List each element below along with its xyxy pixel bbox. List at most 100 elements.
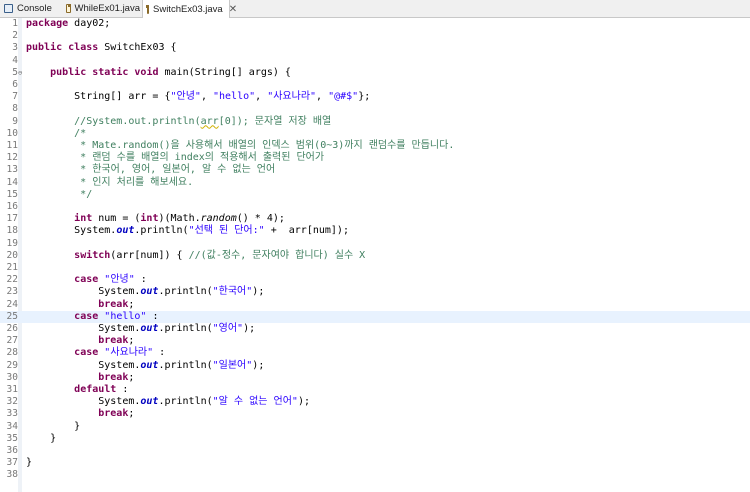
code-editor[interactable]: 1 package day02; 2 3 public class SwitchEx03… (0, 18, 750, 492)
code-text: String[] arr = {"안녕", "hello", "사요나라", "… (26, 91, 371, 103)
code-line[interactable]: 38 (0, 469, 750, 481)
code-line[interactable]: 22 case "안녕" : (0, 274, 750, 286)
code-text: case "hello" : (74, 310, 159, 322)
line-number: 5 (12, 66, 18, 78)
fold-toggle-icon[interactable]: ⊖ (18, 67, 22, 79)
code-line[interactable]: 9 //System.out.println(arr[0]); 문자열 저장 배… (0, 116, 750, 128)
line-number: 25 (6, 310, 18, 322)
code-text: System.out.println("한국어"); (26, 286, 265, 298)
code-line[interactable]: 28 case "사요나라" : (0, 347, 750, 359)
code-text: } (26, 420, 81, 432)
code-line[interactable]: 24 break; (0, 299, 750, 311)
code-line[interactable]: 23 System.out.println("한국어"); (0, 286, 750, 298)
line-number: 13 (6, 164, 18, 176)
code-text: */ (26, 188, 93, 200)
code-line[interactable]: 1 package day02; (0, 18, 750, 30)
code-line[interactable]: 4 (0, 55, 750, 67)
line-number: 36 (6, 445, 18, 456)
tab-whileex01[interactable]: WhileEx01.java (62, 0, 140, 17)
line-number: 18 (6, 225, 18, 237)
code-line[interactable]: 31 default : (0, 384, 750, 396)
tab-switchex03[interactable]: SwitchEx03.java ✕ (142, 0, 237, 18)
code-text: break; (98, 371, 135, 383)
line-number: 19 (6, 237, 18, 249)
code-line[interactable]: 14 * 인지 처리를 해보세요. (0, 177, 750, 189)
line-number: 33 (6, 408, 18, 420)
code-line[interactable]: 34 } (0, 421, 750, 433)
code-line[interactable]: 2 (0, 30, 750, 42)
line-number: 20 (6, 249, 18, 261)
code-text: System.out.println("선택 된 단어:" + arr[num]… (26, 225, 349, 237)
code-line[interactable]: 29 System.out.println("일본어"); (0, 360, 750, 372)
code-text: package day02; (26, 18, 111, 29)
line-number: 38 (6, 469, 18, 481)
line-number: 2 (12, 30, 18, 42)
code-line[interactable]: 21 (0, 262, 750, 274)
code-line[interactable]: 17 int num = (int)(Math.random() * 4); (0, 213, 750, 225)
code-line[interactable]: 19 (0, 238, 750, 250)
line-number: 35 (6, 432, 18, 444)
code-text: switch(arr[num]) { //(값-정수, 문자여야 합니다) 실수… (74, 249, 366, 261)
code-text: System.out.println("일본어"); (26, 359, 265, 371)
code-line[interactable]: 11 * Mate.random()을 사용해서 배열의 인덱스 범위(0~3)… (0, 140, 750, 152)
line-number: 23 (6, 286, 18, 298)
line-number: 4 (12, 54, 18, 66)
tab-label: Console (17, 3, 52, 14)
line-number: 31 (6, 384, 18, 395)
code-text: //System.out.println(arr[0]); 문자열 저장 배열 (26, 115, 332, 127)
code-line[interactable]: 26 System.out.println("영어"); (0, 323, 750, 335)
code-text: /* (26, 127, 87, 139)
line-number: 10 (6, 127, 18, 139)
line-number: 3 (12, 42, 18, 54)
code-line[interactable]: 15 */ (0, 189, 750, 201)
line-number: 21 (6, 262, 18, 273)
tab-console[interactable]: Console (0, 0, 58, 17)
code-line[interactable]: 6 (0, 79, 750, 91)
code-line[interactable]: 18 System.out.println("선택 된 단어:" + arr[n… (0, 225, 750, 237)
code-line[interactable]: 32 System.out.println("알 수 없는 언어"); (0, 396, 750, 408)
code-line[interactable]: 30 break; (0, 372, 750, 384)
line-number: 7 (12, 91, 18, 103)
code-text: * Mate.random()을 사용해서 배열의 인덱스 범위(0~3)까지 … (26, 140, 455, 151)
close-icon[interactable]: ✕ (229, 4, 237, 15)
code-line[interactable]: 10 /* (0, 128, 750, 140)
line-number: 34 (6, 420, 18, 432)
editor-tab-bar: Console WhileEx01.java SwitchEx03.java ✕ (0, 0, 750, 18)
code-line[interactable]: 5 ⊖ public static void main(String[] args… (0, 67, 750, 79)
code-line[interactable]: 16 (0, 201, 750, 213)
line-number: 30 (6, 371, 18, 383)
code-line[interactable]: 36 (0, 445, 750, 457)
code-text: case "안녕" : (74, 274, 147, 286)
code-line[interactable]: 25 case "hello" : (0, 310, 750, 323)
code-line[interactable]: 37} (0, 457, 750, 469)
code-line[interactable]: 12 * 랜덤 수를 배열의 index의 적용해서 출력된 단어가 (0, 152, 750, 164)
code-line[interactable]: 35 } (0, 433, 750, 445)
code-line[interactable]: 7 String[] arr = {"안녕", "hello", "사요나라",… (0, 91, 750, 103)
code-text: default : (74, 384, 129, 395)
code-text: * 한국어, 영어, 일본어, 알 수 없는 언어 (26, 164, 276, 176)
code-text: break; (98, 335, 135, 347)
code-line[interactable]: 27 break; (0, 335, 750, 347)
code-line[interactable]: 3 public class SwitchEx03 { (0, 42, 750, 54)
java-file-icon (146, 4, 149, 14)
code-text: System.out.println("알 수 없는 언어"); (26, 396, 310, 408)
line-number: 26 (6, 323, 18, 334)
code-line[interactable]: 20 switch(arr[num]) { //(값-정수, 문자여야 합니다)… (0, 250, 750, 262)
code-text: int num = (int)(Math.random() * 4); (74, 213, 285, 225)
line-number: 9 (12, 115, 18, 127)
line-number: 28 (6, 347, 18, 359)
code-line[interactable]: 8 (0, 103, 750, 115)
code-text: System.out.println("영어"); (26, 323, 256, 334)
line-number: 11 (6, 140, 18, 151)
line-number: 12 (6, 152, 18, 164)
code-line[interactable]: 13 * 한국어, 영어, 일본어, 알 수 없는 언어 (0, 164, 750, 176)
line-number: 14 (6, 176, 18, 188)
line-number: 27 (6, 335, 18, 347)
line-number: 17 (6, 213, 18, 225)
code-line[interactable]: 33 break; (0, 408, 750, 420)
tab-label: SwitchEx03.java (153, 3, 223, 15)
line-number: 1 (12, 18, 18, 29)
code-text: * 인지 처리를 해보세요. (26, 176, 194, 188)
code-text: } (26, 432, 57, 444)
code-text: * 랜덤 수를 배열의 index의 적용해서 출력된 단어가 (26, 152, 325, 164)
